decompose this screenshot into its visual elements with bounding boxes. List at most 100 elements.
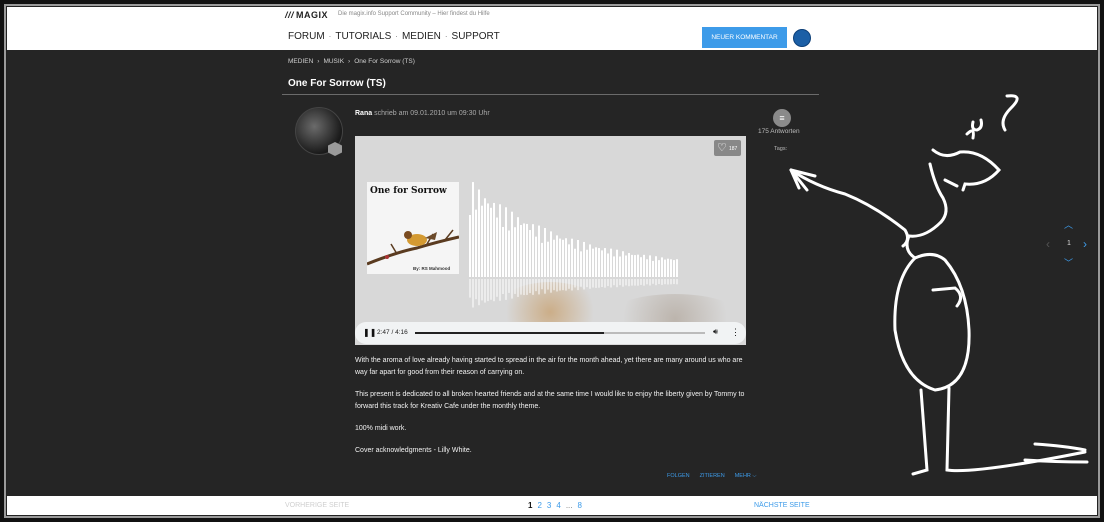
waveform-bar [595,247,597,277]
waveform-bar [535,236,537,277]
waveform-reflection [568,279,570,289]
waveform-bar [511,211,513,277]
like-button[interactable]: ♡ 187 [714,140,741,156]
nav-medien[interactable]: MEDIEN [402,31,441,42]
media-player[interactable]: One for Sorrow By: RS Mahmood ♡ 187 [355,136,746,345]
waveform-reflection [469,279,471,298]
previous-page-link[interactable]: VORHERIGE SEITE [285,502,349,509]
waveform-reflection [580,279,582,287]
page-link[interactable]: 3 [547,501,551,510]
waveform-reflection [493,279,495,302]
quote-button[interactable]: ZITIEREN [700,473,725,480]
post-meta: Rana schrieb am 09.01.2010 um 09:30 Uhr [355,110,490,117]
waveform-reflection [559,279,561,291]
waveform-reflection [484,279,486,303]
more-options-icon[interactable]: ⋮ [731,327,740,338]
waveform-reflection [613,279,615,286]
user-avatar-icon[interactable] [793,29,811,47]
waveform-reflection [583,279,585,290]
waveform-bar [598,248,600,277]
waveform-bar [580,251,582,277]
follow-button[interactable]: FOLGEN [667,473,690,480]
bird-on-branch-icon [367,229,459,266]
waveform-bar [592,248,594,277]
waveform-reflection [556,279,558,292]
waveform-bar [502,226,504,277]
next-page-link[interactable]: NÄCHSTE SEITE [754,502,810,509]
waveform-bar [487,203,489,277]
waveform-reflection [604,279,606,288]
heart-icon: ♡ [717,142,727,154]
waveform-bar [613,256,615,277]
waveform-reflection [571,279,573,291]
cover-credit: By: RS Mahmood [413,266,451,271]
waveform-bar [574,248,576,277]
seek-bar[interactable] [415,332,705,334]
waveform-bar [676,259,678,277]
waveform-bar [571,238,573,277]
breadcrumb-separator: › [348,58,351,65]
waveform-bar [646,259,648,277]
nav-forum[interactable]: FORUM [288,31,325,42]
playback-time: 2:47 / 4:16 [377,329,408,336]
breadcrumb-musik[interactable]: MUSIK [323,58,344,65]
waveform-reflection [508,279,510,293]
waveform-bar [583,241,585,277]
waveform-bar [589,244,591,277]
waveform-reflection [535,279,537,292]
waveform-bar [481,205,483,277]
waveform-reflection [544,279,546,294]
waveform-reflection [628,279,630,287]
page-link[interactable]: 4 [556,501,560,510]
author-name[interactable]: Rana [355,110,372,117]
page-link-last[interactable]: 8 [577,501,581,510]
volume-icon[interactable]: 🔊︎ [713,327,718,337]
cartoon-figure-illustration [789,94,1089,476]
waveform-bar [523,223,525,277]
new-comment-button[interactable]: NEUER KOMMENTAR [702,27,787,48]
waveform-reflection [667,279,669,285]
waveform-reflection [574,279,576,288]
waveform-bar [610,248,612,277]
waveform-bar [640,257,642,277]
nav-tutorials[interactable]: TUTORIALS [335,31,391,42]
waveform-reflection [517,279,519,297]
waveform-reflection [670,279,672,285]
waveform-reflection [658,279,660,285]
nav-separator: · [395,32,398,41]
audio-controls[interactable]: ❚❚ 2:47 / 4:16 🔊︎ ⋮ [355,322,746,344]
waveform-bar [538,225,540,277]
waveform-bar [556,235,558,277]
waveform-bar [655,256,657,277]
post-paragraph: Cover acknowledgments - Lilly White. [355,447,472,454]
waveform-reflection [619,279,621,286]
waveform-bar [667,258,669,277]
waveform-bar [484,198,486,277]
breadcrumb-medien[interactable]: MEDIEN [288,58,313,65]
magix-logo[interactable]: ///MAGIX [285,10,328,20]
post-paragraph: 100% midi work. [355,425,407,432]
pause-icon[interactable]: ❚❚ [363,328,376,337]
more-button[interactable]: MEHR ⌵ [735,473,757,480]
waveform-reflection [637,279,639,286]
site-tagline: Die magix.info Support Community – Hier … [338,11,490,17]
waveform-bar [625,255,627,277]
seek-progress [415,332,604,334]
waveform-bar [649,255,651,277]
waveform-bar [472,182,474,277]
breadcrumb-current: One For Sorrow (TS) [354,58,415,65]
waveform-bar [541,242,543,277]
waveform-bar [661,257,663,277]
waveform-bar [562,239,564,277]
waveform-bar [664,259,666,277]
waveform-reflection [655,279,657,286]
waveform-reflection [541,279,543,290]
waveform-reflection [499,279,501,301]
waveform-reflection [631,279,633,286]
waveform-bar [607,253,609,277]
waveform-bar [619,256,621,277]
nav-support[interactable]: SUPPORT [452,31,500,42]
waveform-bar [586,249,588,277]
page-link[interactable]: 2 [537,501,541,510]
waveform-visualization [469,182,678,308]
